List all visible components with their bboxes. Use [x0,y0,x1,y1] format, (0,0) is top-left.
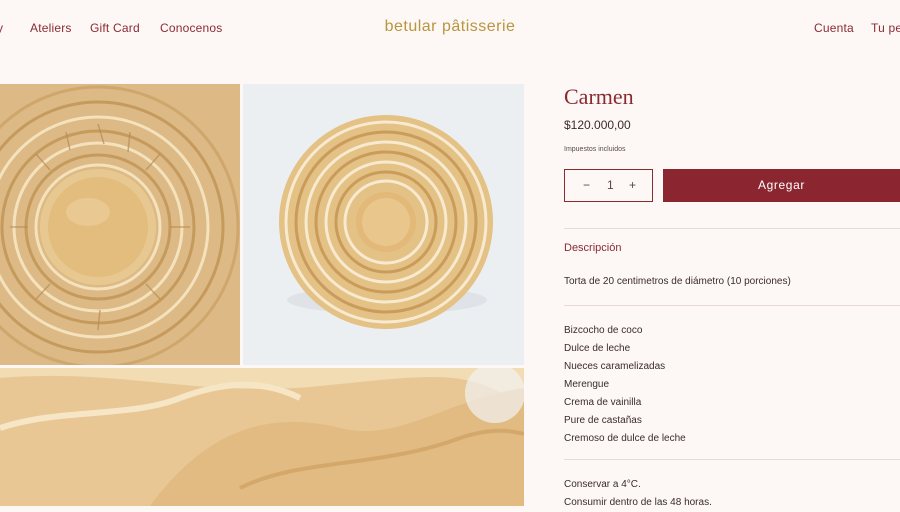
ingredient-list: Bizcocho de coco Dulce de leche Nueces c… [564,322,686,448]
tax-note: Impuestos incluidos [564,146,626,153]
add-to-cart-button[interactable]: Agregar [663,169,900,202]
description-heading: Descripción [564,242,622,254]
cake-texture-image[interactable] [0,368,524,506]
quantity-decrease-button[interactable]: − [583,178,590,192]
product-title: Carmen [564,84,634,109]
product-price: $120.000,00 [564,118,631,132]
divider [564,305,900,306]
account-link[interactable]: Cuenta [814,21,854,35]
list-item: Crema de vainilla [564,397,642,408]
list-item: Pure de castañas [564,415,642,426]
top-navigation: y Ateliers Gift Card Conocenos betular p… [0,0,900,58]
list-item: Dulce de leche [564,343,631,354]
cart-link[interactable]: Tu pe [871,21,900,35]
cake-closeup-image[interactable] [0,84,240,365]
list-item: Consumir dentro de las 48 horas. [564,497,712,508]
brand-logo[interactable]: betular pâtisserie [0,18,900,36]
cake-top-view-graphic [243,84,524,365]
cake-texture-graphic [0,368,524,506]
list-item: Cremoso de dulce de leche [564,433,686,444]
quantity-stepper: − 1 + [564,169,653,202]
cake-closeup-graphic [0,84,240,365]
list-item: Bizcocho de coco [564,325,643,336]
divider [564,459,900,460]
quantity-value[interactable]: 1 [607,178,614,192]
description-text: Torta de 20 centimetros de diámetro (10 … [564,276,791,287]
cake-top-view-image[interactable] [243,84,524,365]
list-item: Conservar a 4°C. [564,479,641,490]
storage-notes: Conservar a 4°C. Consumir dentro de las … [564,476,712,512]
list-item: Nueces caramelizadas [564,361,666,372]
product-gallery [0,84,524,506]
quantity-increase-button[interactable]: + [629,178,636,192]
divider [564,228,900,229]
list-item: Merengue [564,379,610,390]
